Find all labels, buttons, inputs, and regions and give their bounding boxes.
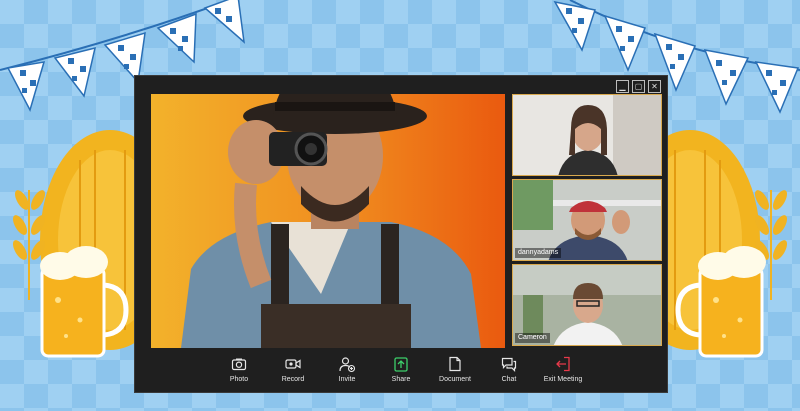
video-camera-icon — [285, 359, 301, 369]
close-button[interactable]: ✕ — [648, 80, 661, 93]
participant-name-2: dannyadams — [515, 248, 562, 258]
meeting-toolbar: Photo Record Invite Share Document Chat … — [135, 356, 667, 392]
exit-meeting-button[interactable]: Exit Meeting — [541, 356, 585, 392]
main-speaker-video[interactable] — [151, 94, 505, 348]
share-label: Share — [391, 376, 411, 383]
document-button[interactable]: Document — [433, 356, 477, 392]
exit-door-icon — [556, 356, 570, 372]
photo-button[interactable]: Photo — [217, 356, 261, 392]
chat-bubble-icon — [501, 357, 517, 372]
meeting-window: ▁ ▢ ✕ dannyadams Cameron Photo Record In… — [134, 75, 668, 393]
chat-button[interactable]: Chat — [487, 356, 531, 392]
participant-name-3: Cameron — [515, 333, 550, 343]
participant-video-3[interactable]: Cameron — [512, 264, 662, 346]
chat-label: Chat — [501, 376, 517, 383]
participant-video-1[interactable] — [512, 94, 662, 176]
invite-button[interactable]: Invite — [325, 356, 369, 392]
document-icon — [449, 356, 461, 372]
photo-label: Photo — [229, 376, 249, 383]
camera-icon — [231, 358, 247, 371]
document-label: Document — [439, 376, 471, 383]
participant-video-2[interactable]: dannyadams — [512, 179, 662, 261]
record-label: Record — [281, 376, 305, 383]
speaker-silhouette — [181, 94, 481, 348]
window-controls: ▁ ▢ ✕ — [616, 80, 661, 93]
exit-meeting-label: Exit Meeting — [543, 376, 583, 383]
maximize-button[interactable]: ▢ — [632, 80, 645, 93]
invite-label: Invite — [338, 376, 356, 383]
minimize-button[interactable]: ▁ — [616, 80, 629, 93]
share-button[interactable]: Share — [379, 356, 423, 392]
share-upload-icon — [394, 357, 408, 372]
add-person-icon — [339, 357, 355, 372]
record-button[interactable]: Record — [271, 356, 315, 392]
participant-thumbnails: dannyadams Cameron — [512, 94, 662, 349]
